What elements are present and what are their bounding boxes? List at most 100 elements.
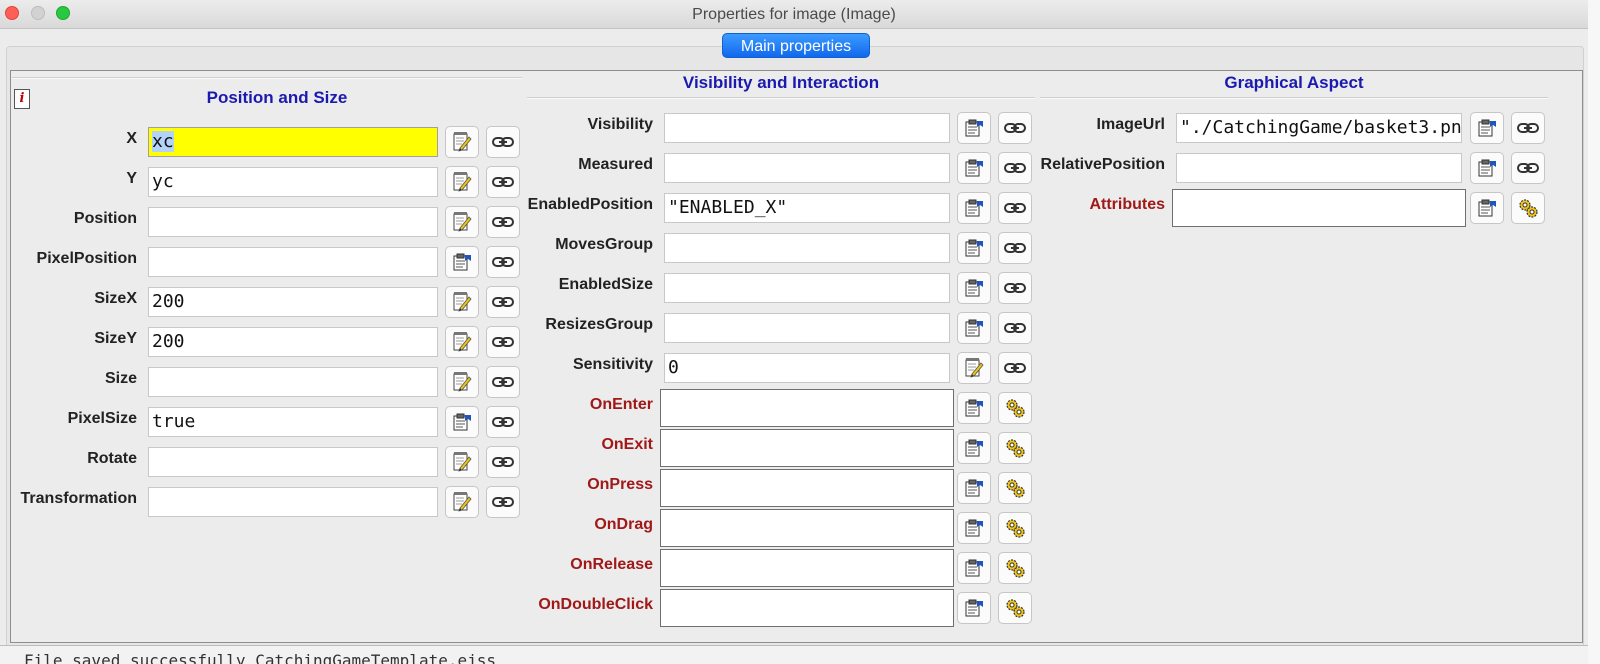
label-attributes: Attributes — [1089, 196, 1165, 213]
edit-button-on-exit[interactable] — [957, 432, 991, 464]
action-button-on-press[interactable] — [998, 472, 1032, 504]
link-button-size-x[interactable] — [486, 286, 520, 318]
link-icon — [1004, 161, 1026, 175]
console-output: File saved successfully CatchingGameTemp… — [0, 645, 1588, 664]
field-pixel-position[interactable] — [148, 247, 438, 277]
field-on-double-click[interactable] — [660, 589, 954, 627]
field-measured[interactable] — [664, 153, 950, 183]
edit-pencil-icon — [451, 451, 473, 473]
gears-icon — [1003, 596, 1027, 620]
link-button-transformation[interactable] — [486, 486, 520, 518]
edit-button-moves-group[interactable] — [957, 232, 991, 264]
field-resizes-group[interactable] — [664, 313, 950, 343]
field-attributes[interactable] — [1172, 189, 1466, 227]
label-y: Y — [126, 170, 137, 187]
clipboard-icon — [1476, 197, 1498, 219]
field-size[interactable] — [148, 367, 438, 397]
link-button-moves-group[interactable] — [998, 232, 1032, 264]
field-visibility[interactable] — [664, 113, 950, 143]
link-button-enabled-size[interactable] — [998, 272, 1032, 304]
link-button-x[interactable] — [486, 126, 520, 158]
field-size-x[interactable]: 200 — [148, 287, 438, 317]
edit-button-relative-position[interactable] — [1470, 152, 1504, 184]
action-button-on-release[interactable] — [998, 552, 1032, 584]
edit-button-position[interactable] — [445, 206, 479, 238]
link-button-relative-position[interactable] — [1511, 152, 1545, 184]
field-position[interactable] — [148, 207, 438, 237]
edit-button-transformation[interactable] — [445, 486, 479, 518]
field-size-y[interactable]: 200 — [148, 327, 438, 357]
field-value-y: yc — [152, 171, 174, 192]
link-button-resizes-group[interactable] — [998, 312, 1032, 344]
edit-button-rotate[interactable] — [445, 446, 479, 478]
link-icon — [492, 135, 514, 149]
link-button-pixel-position[interactable] — [486, 246, 520, 278]
field-x[interactable]: xc — [148, 127, 438, 157]
link-button-visibility[interactable] — [998, 112, 1032, 144]
field-rotate[interactable] — [148, 447, 438, 477]
edit-button-pixel-size[interactable] — [445, 406, 479, 438]
edit-button-visibility[interactable] — [957, 112, 991, 144]
action-button-on-double-click[interactable] — [998, 592, 1032, 624]
link-button-size-y[interactable] — [486, 326, 520, 358]
field-enabled-position[interactable]: "ENABLED_X" — [664, 193, 950, 223]
field-on-release[interactable] — [660, 549, 954, 587]
tab-main-properties[interactable]: Main properties — [722, 33, 870, 58]
field-on-drag[interactable] — [660, 509, 954, 547]
link-button-enabled-position[interactable] — [998, 192, 1032, 224]
edit-button-size[interactable] — [445, 366, 479, 398]
edit-button-x[interactable] — [445, 126, 479, 158]
label-visibility: Visibility — [587, 116, 653, 133]
field-sensitivity[interactable]: 0 — [664, 353, 950, 383]
action-button-on-enter[interactable] — [998, 392, 1032, 424]
field-on-enter[interactable] — [660, 389, 954, 427]
field-value-sensitivity: 0 — [668, 357, 679, 378]
edit-button-enabled-position[interactable] — [957, 192, 991, 224]
label-resizes-group: ResizesGroup — [545, 316, 653, 333]
label-enabled-size: EnabledSize — [558, 276, 653, 293]
edit-button-resizes-group[interactable] — [957, 312, 991, 344]
edit-button-on-release[interactable] — [957, 552, 991, 584]
link-icon — [492, 215, 514, 229]
edit-button-attributes[interactable] — [1470, 192, 1504, 224]
field-image-url[interactable]: "./CatchingGame/basket3.png" — [1176, 113, 1462, 143]
action-button-on-drag[interactable] — [998, 512, 1032, 544]
field-moves-group[interactable] — [664, 233, 950, 263]
action-button-on-exit[interactable] — [998, 432, 1032, 464]
link-button-y[interactable] — [486, 166, 520, 198]
edit-button-on-double-click[interactable] — [957, 592, 991, 624]
link-button-sensitivity[interactable] — [998, 352, 1032, 384]
edit-button-sensitivity[interactable] — [957, 352, 991, 384]
edit-button-pixel-position[interactable] — [445, 246, 479, 278]
edit-button-y[interactable] — [445, 166, 479, 198]
link-icon — [492, 335, 514, 349]
field-on-exit[interactable] — [660, 429, 954, 467]
link-button-measured[interactable] — [998, 152, 1032, 184]
field-relative-position[interactable] — [1176, 153, 1462, 183]
label-pixel-position: PixelPosition — [36, 250, 137, 267]
edit-button-measured[interactable] — [957, 152, 991, 184]
action-button-attributes[interactable] — [1511, 192, 1545, 224]
link-button-rotate[interactable] — [486, 446, 520, 478]
field-on-press[interactable] — [660, 469, 954, 507]
edit-button-size-y[interactable] — [445, 326, 479, 358]
edit-button-on-press[interactable] — [957, 472, 991, 504]
edit-button-image-url[interactable] — [1470, 112, 1504, 144]
link-button-image-url[interactable] — [1511, 112, 1545, 144]
link-icon — [492, 175, 514, 189]
edit-pencil-icon — [963, 357, 985, 379]
field-enabled-size[interactable] — [664, 273, 950, 303]
edit-button-on-drag[interactable] — [957, 512, 991, 544]
edit-button-size-x[interactable] — [445, 286, 479, 318]
field-transformation[interactable] — [148, 487, 438, 517]
clipboard-icon — [1476, 157, 1498, 179]
field-y[interactable]: yc — [148, 167, 438, 197]
link-button-size[interactable] — [486, 366, 520, 398]
field-pixel-size[interactable]: true — [148, 407, 438, 437]
edit-button-enabled-size[interactable] — [957, 272, 991, 304]
link-button-position[interactable] — [486, 206, 520, 238]
link-icon — [492, 455, 514, 469]
link-button-pixel-size[interactable] — [486, 406, 520, 438]
section-separator — [12, 77, 522, 79]
edit-button-on-enter[interactable] — [957, 392, 991, 424]
